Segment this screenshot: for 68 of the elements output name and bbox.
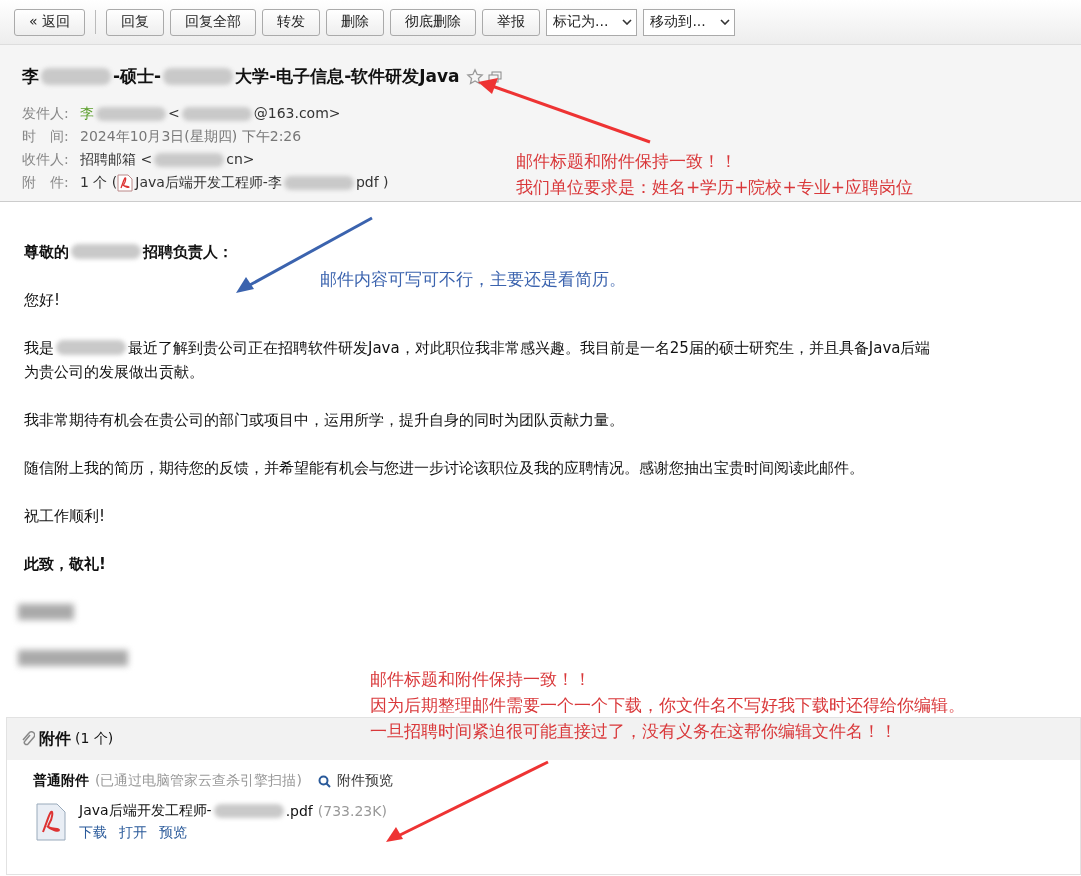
- dropdown-select[interactable]: 移动到...: [643, 8, 735, 36]
- attachment-group-label: 普通附件: [33, 772, 89, 790]
- body-text: 我非常期待有机会在贵公司的部门或项目中，运用所学，提升自身的同时为团队贡献力量。: [24, 411, 624, 429]
- pdf-file-icon[interactable]: [33, 802, 69, 842]
- field-value: @163.com>: [253, 104, 341, 123]
- body-text: 您好!: [24, 291, 60, 309]
- greeting-text: 尊敬的: [24, 243, 69, 261]
- greeting-text: 招聘负责人：: [143, 243, 233, 261]
- redacted-blur: [18, 604, 74, 620]
- closing-text: 此致，敬礼!: [24, 555, 106, 573]
- annotation-text: 邮件标题和附件保持一致！！: [516, 150, 738, 173]
- attachment-preview-link[interactable]: 附件预览: [336, 772, 393, 790]
- back-button[interactable]: « 返回: [14, 8, 85, 36]
- redacted-blur: [163, 68, 234, 85]
- field-label: 收件人:: [22, 150, 70, 169]
- field-label: 时 间:: [22, 127, 70, 146]
- email-subject: 李: [22, 65, 39, 88]
- annotation-text: 邮件标题和附件保持一致！！: [370, 668, 592, 691]
- toolbar-button[interactable]: 彻底删除: [390, 8, 476, 36]
- field-value: 招聘邮箱 <: [80, 150, 153, 169]
- attachment-count: (1 个): [75, 730, 114, 748]
- body-text: 为贵公司的发展做出贡献。: [24, 363, 204, 381]
- email-subject: 大学-电子信息-软件研发Java: [235, 65, 460, 88]
- redacted-blur: [213, 804, 284, 818]
- field-value: <: [168, 104, 180, 123]
- body-text: 我是: [24, 339, 54, 357]
- scan-note: (已通过电脑管家云查杀引擎扫描): [95, 772, 302, 790]
- field-value: pdf ): [355, 173, 389, 192]
- file-size: (733.23K): [317, 803, 387, 819]
- attachments-title: 附件: [39, 728, 71, 750]
- dropdown-caret-icon: [719, 19, 730, 25]
- field-label: 附 件:: [22, 173, 70, 192]
- star-icon[interactable]: [465, 67, 484, 86]
- attachment-action-link[interactable]: 下载: [79, 824, 107, 842]
- annotation-text: 因为后期整理邮件需要一个一个下载，你文件名不写好我下载时还得给你编辑。: [370, 694, 965, 717]
- toolbar-button[interactable]: 删除: [326, 8, 384, 36]
- field-value: Java后端开发工程师-李: [135, 173, 282, 192]
- search-icon: [317, 774, 331, 788]
- body-text: 祝工作顺利!: [24, 507, 105, 525]
- body-text: 随信附上我的简历，期待您的反馈，并希望能有机会与您进一步讨论该职位及我的应聘情况。感谢您抽出宝贵时间阅读此邮件。: [24, 459, 864, 477]
- email-subject: -硕士-: [113, 65, 162, 88]
- pdf-file-icon: [117, 173, 134, 192]
- toolbar-button[interactable]: 举报: [482, 8, 540, 36]
- field-label: 发件人:: [22, 104, 70, 123]
- toolbar-button[interactable]: 回复全部: [170, 8, 256, 36]
- annotation-text: 我们单位要求是：姓名+学历+院校+专业+应聘岗位: [516, 176, 913, 199]
- toolbar-button[interactable]: 回复: [106, 8, 164, 36]
- redacted-blur: [96, 106, 166, 121]
- paperclip-icon: [21, 731, 35, 747]
- field-value: 2024年10月3日(星期四) 下午2:26: [80, 127, 302, 146]
- attachment-action-link[interactable]: 打开: [119, 824, 147, 842]
- redacted-blur: [71, 244, 141, 259]
- field-value: cn>: [226, 150, 255, 169]
- annotation-text: 一旦招聘时间紧迫很可能直接过了，没有义务在这帮你编辑文件名！！: [370, 720, 898, 743]
- annotation-text: 邮件内容可写可不行，主要还是看简历。: [320, 268, 626, 291]
- field-value: 1 个 (: [80, 173, 118, 192]
- dropdown-select[interactable]: 标记为...: [546, 8, 638, 36]
- attachment-filename: Java后端开发工程师-: [79, 802, 212, 820]
- redacted-blur: [56, 340, 126, 355]
- toolbar-button[interactable]: 转发: [262, 8, 320, 36]
- redacted-blur: [181, 106, 252, 121]
- attachment-action-link[interactable]: 预览: [159, 824, 187, 842]
- redacted-blur: [154, 152, 225, 167]
- body-text: 最近了解到贵公司正在招聘软件研发Java，对此职位我非常感兴趣。我目前是一名25届的硕士研究生，并且具备Java后端: [128, 339, 931, 357]
- dropdown-caret-icon: [622, 19, 633, 25]
- redacted-blur: [41, 68, 111, 85]
- redacted-blur: [283, 175, 354, 190]
- attachment-filename: .pdf: [285, 803, 313, 819]
